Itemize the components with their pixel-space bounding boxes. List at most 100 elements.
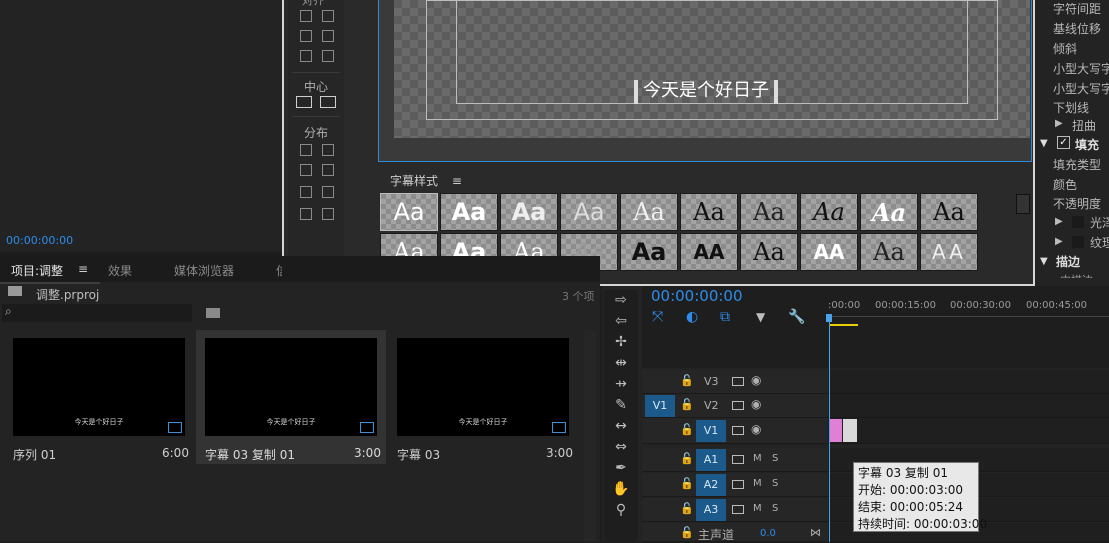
align-left-icon[interactable] [300, 10, 312, 22]
style-swatch[interactable]: AA [800, 233, 858, 271]
project-search-input[interactable]: ⌕ [2, 304, 192, 322]
tab-info[interactable]: 信 [276, 262, 282, 279]
style-swatch[interactable]: AA [920, 233, 978, 271]
style-swatch[interactable]: Aa [500, 193, 558, 231]
track-target-v1[interactable]: V1 [696, 420, 726, 442]
solo-button[interactable]: S [772, 503, 778, 514]
lock-icon[interactable]: 🔓 [680, 374, 694, 387]
style-swatch[interactable]: Aa [860, 233, 918, 271]
eye-icon[interactable]: ◉ [751, 422, 761, 436]
pen-tool-icon[interactable]: ✒ [612, 460, 630, 476]
lock-icon[interactable]: 🔓 [680, 398, 694, 411]
distribute-left-icon[interactable] [300, 144, 312, 156]
align-right-icon[interactable] [300, 50, 312, 62]
zoom-tool-icon[interactable]: ⚲ [612, 502, 630, 518]
lock-icon[interactable]: 🔓 [680, 423, 694, 436]
prop-underline[interactable]: 下划线 [1053, 99, 1089, 116]
snap-icon[interactable]: ◐ [686, 309, 698, 325]
go-to-end-icon[interactable]: ⋈ [810, 526, 821, 539]
style-swatch[interactable]: Aa [620, 193, 678, 231]
mute-button[interactable]: M [753, 478, 762, 489]
source-patch-v1[interactable]: V1 [645, 395, 675, 417]
distribute-top-icon[interactable] [322, 144, 334, 156]
new-bin-icon[interactable] [206, 308, 220, 318]
slide-tool-icon[interactable]: ⇔ [612, 439, 630, 455]
timeline-timecode[interactable]: 00:00:00:00 [651, 287, 743, 305]
center-vertical-icon[interactable] [320, 96, 336, 108]
razor-tool-icon[interactable]: ✎ [612, 397, 630, 413]
align-bottom-icon[interactable] [322, 50, 334, 62]
tab-media-browser[interactable]: 媒体浏览器 [174, 262, 234, 279]
track-select-backward-tool-icon[interactable]: ⇦ [612, 313, 630, 329]
style-swatch[interactable]: Aa [920, 193, 978, 231]
style-swatch[interactable]: Aa [440, 193, 498, 231]
prop-small-caps[interactable]: 小型大写字 [1053, 60, 1109, 77]
hand-tool-icon[interactable]: ✋ [612, 481, 630, 497]
track-lane-v3[interactable] [828, 370, 1109, 394]
hamburger-icon[interactable]: ≡ [78, 262, 88, 276]
distribute-hcenter-icon[interactable] [300, 164, 312, 176]
distribute-vcenter-icon[interactable] [322, 164, 334, 176]
sync-lock-icon[interactable] [732, 455, 744, 464]
collapse-triangle-icon[interactable]: ▼ [1040, 138, 1048, 149]
prop-tracking[interactable]: 字符间距 [1053, 0, 1101, 17]
timeline-clip-caption-copy[interactable] [843, 419, 857, 442]
lock-icon[interactable]: 🔓 [680, 477, 694, 490]
track-target-a3[interactable]: A3 [696, 499, 726, 521]
distribute-hspace-icon[interactable] [300, 208, 312, 220]
track-target-a1[interactable]: A1 [696, 449, 726, 471]
prop-opacity[interactable]: 不透明度 [1053, 195, 1101, 212]
distribute-right-icon[interactable] [300, 186, 312, 198]
tab-effects[interactable]: 效果 [108, 262, 132, 279]
lock-icon[interactable]: 🔓 [680, 526, 694, 539]
sync-lock-icon[interactable] [732, 401, 744, 410]
fill-checkbox[interactable]: ✓ [1057, 136, 1070, 149]
track-select-forward-tool-icon[interactable]: ⇨ [612, 292, 630, 308]
track-lane-v2[interactable] [828, 394, 1109, 418]
style-swatch[interactable]: Aa [740, 193, 798, 231]
rolling-edit-tool-icon[interactable]: ⇹ [612, 355, 630, 371]
time-ruler[interactable] [828, 316, 1109, 327]
style-swatch[interactable]: AA [680, 233, 738, 271]
lock-icon[interactable]: 🔓 [680, 452, 694, 465]
clip-card-caption-03[interactable]: 今天是个好日子 字幕 03 3:00 [388, 330, 573, 462]
ripple-edit-tool-icon[interactable]: ✢ [612, 334, 630, 350]
align-top-icon[interactable] [322, 10, 334, 22]
rate-stretch-tool-icon[interactable]: ⇸ [612, 376, 630, 392]
expand-triangle-icon[interactable]: ▶ [1055, 216, 1063, 227]
slip-tool-icon[interactable]: ↔ [612, 418, 630, 434]
prop-baseline-shift[interactable]: 基线位移 [1053, 20, 1101, 37]
prop-small-caps-size[interactable]: 小型大写字 [1053, 80, 1109, 97]
clip-card-caption-03-copy-01[interactable]: 今天是个好日子 字幕 03 复制 01 3:00 [196, 330, 386, 464]
style-swatch[interactable]: Aa [620, 233, 678, 271]
mute-button[interactable]: M [753, 503, 762, 514]
prop-fill-type[interactable]: 填充类型 [1053, 156, 1101, 173]
prop-distort[interactable]: 扭曲 [1072, 117, 1096, 134]
title-canvas[interactable] [394, 0, 1030, 138]
mute-button[interactable]: M [753, 453, 762, 464]
solo-button[interactable]: S [772, 478, 778, 489]
track-lane-v1[interactable] [828, 418, 1109, 444]
sync-lock-icon[interactable] [732, 505, 744, 514]
track-target-a2[interactable]: A2 [696, 474, 726, 496]
style-swatch[interactable]: Aa [380, 193, 438, 231]
distribute-vspace-icon[interactable] [322, 208, 334, 220]
project-scrollbar[interactable] [584, 330, 596, 542]
solo-button[interactable]: S [772, 453, 778, 464]
style-swatch[interactable]: Aa [680, 193, 738, 231]
clip-card-sequence-01[interactable]: 今天是个好日子 序列 01 6:00 [4, 330, 189, 462]
hamburger-icon[interactable]: ≡ [452, 174, 462, 188]
master-volume-value[interactable]: 0.0 [760, 528, 776, 539]
sync-lock-icon[interactable] [732, 377, 744, 386]
styles-scrollbar[interactable] [1016, 194, 1030, 214]
distribute-bottom-icon[interactable] [322, 186, 334, 198]
style-swatch[interactable]: Aa [560, 193, 618, 231]
timeline-settings-wrench-icon[interactable]: 🔧 [788, 309, 805, 325]
lock-icon[interactable]: 🔓 [680, 502, 694, 515]
align-hcenter-icon[interactable] [300, 30, 312, 42]
prop-color[interactable]: 颜色 [1053, 176, 1077, 193]
center-horizontal-icon[interactable] [296, 96, 312, 108]
expand-triangle-icon[interactable]: ▶ [1055, 118, 1063, 129]
work-area-bar[interactable] [830, 324, 858, 326]
subtitle-text-box[interactable]: 今天是个好日子 [634, 80, 778, 104]
